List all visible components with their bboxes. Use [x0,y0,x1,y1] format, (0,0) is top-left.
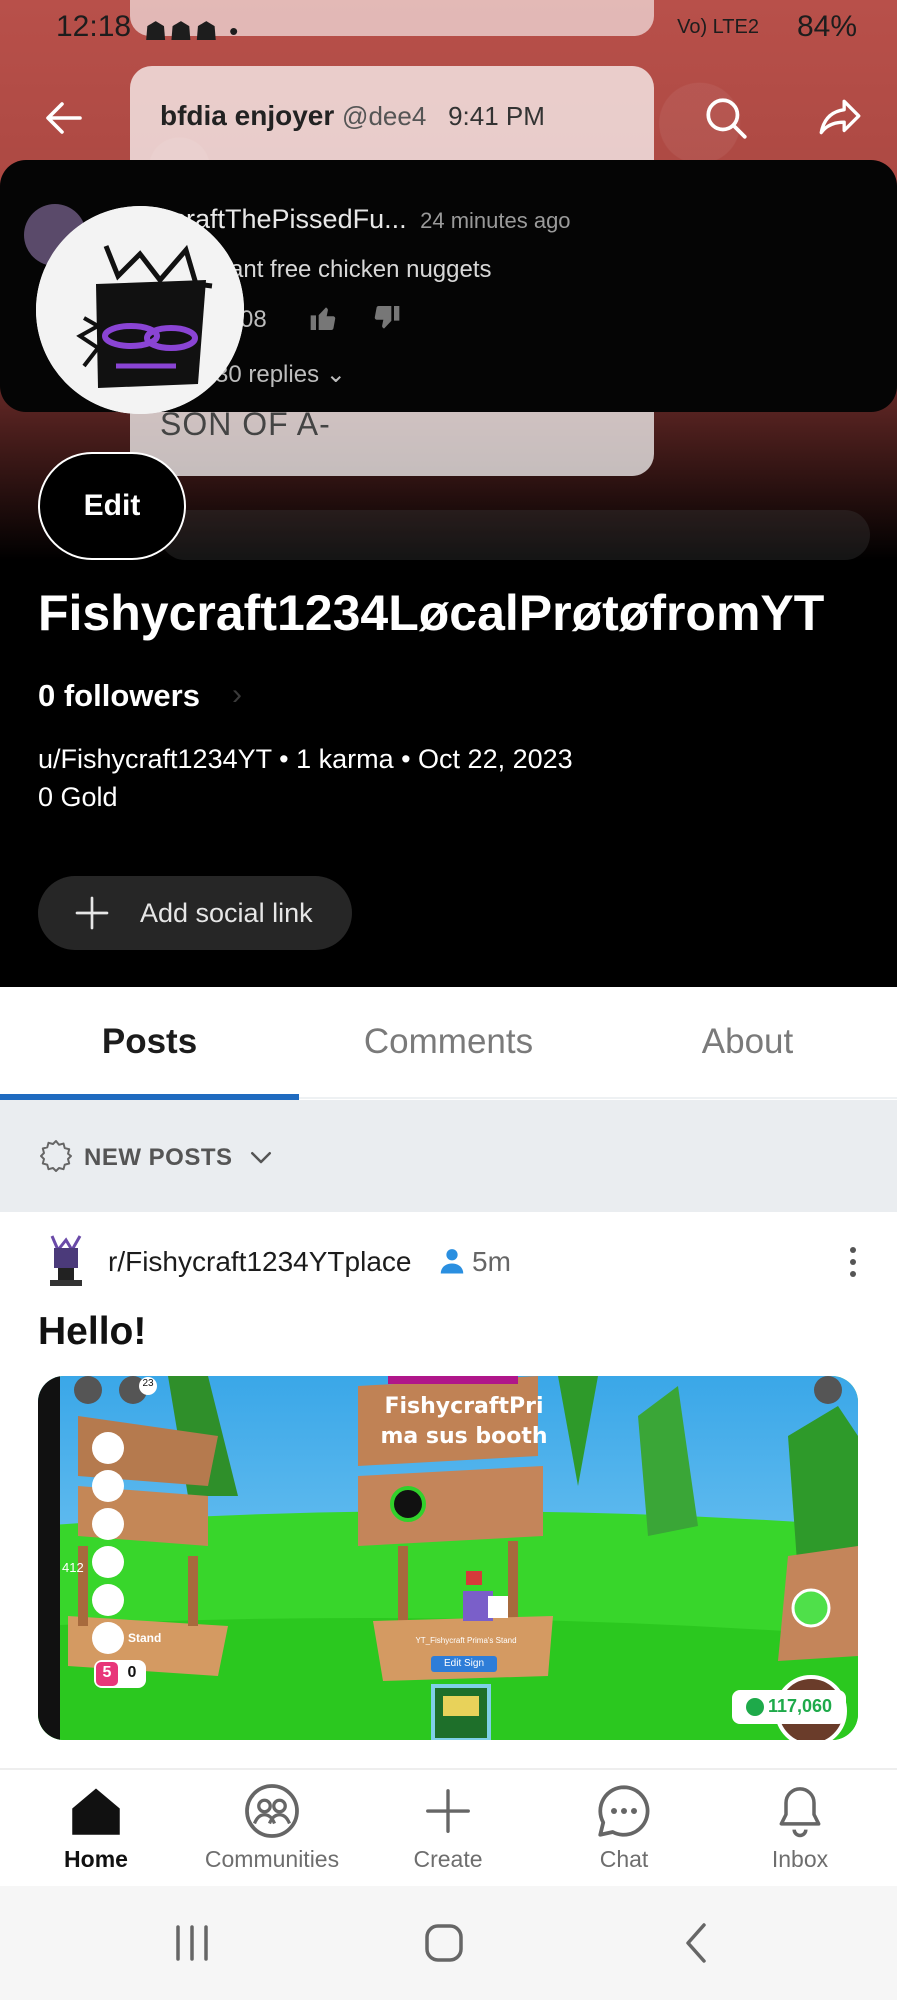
system-navigation-bar [0,1886,897,2000]
subreddit-icon[interactable] [44,1232,88,1288]
post-age: 5m [472,1246,511,1277]
add-social-link-button[interactable]: Add social link [38,876,352,950]
thumbs-up-icon [308,302,340,339]
back-system-button[interactable] [656,1908,736,1978]
banner-ghost-time: 9:41 PM [448,101,545,131]
bell-icon [768,1780,832,1842]
search-button[interactable] [696,88,756,148]
booth-sign-line1: FishycraftPri [384,1394,544,1419]
nav-communities[interactable]: Communities [184,1780,360,1884]
status-bar: 12:18 ☗☗☗ • Vo) LTE2 84% [0,8,897,52]
sort-label: NEW POSTS [84,1144,233,1171]
currency-amount: 117,060 [768,1696,833,1716]
user-icon [437,1246,467,1281]
embed-comment-text: ...ant free chicken nuggets [210,256,492,283]
add-social-link-label: Add social link [140,897,313,928]
recent-apps-button[interactable] [152,1908,232,1978]
status-battery: 84% [796,10,857,43]
home-system-button[interactable] [404,1908,484,1978]
embed-time-ago: 24 minutes ago [420,208,571,233]
embed-like-count: 08 [240,306,267,333]
profile-header: bfdia enjoyer @dee4 9:41 PM SON OF A- ..… [0,0,897,987]
booth-sign: FishycraftPri ma sus booth [374,1392,554,1452]
nav-inbox-label: Inbox [771,1846,829,1872]
tab-comments[interactable]: Comments [299,987,598,1097]
notification-badge: 23 [142,1378,154,1389]
nav-inbox[interactable]: Inbox [712,1780,888,1884]
bottom-navigation: Home Communities Create Chat Inbox [0,1768,897,1886]
search-icon [706,98,747,139]
profile-meta: u/Fishycraft1234YT • 1 karma • Oct 22, 2… [38,744,573,774]
banner-ghost-user: bfdia enjoyer @dee4 9:41 PM [160,100,545,132]
share-button[interactable] [810,88,870,148]
nav-chat-label: Chat [599,1846,649,1872]
status-network: Vo) LTE2 [677,16,759,38]
banner-ghost-username: bfdia enjoyer [160,100,335,131]
chevron-down-icon [246,1142,276,1177]
communities-icon [240,1780,304,1842]
thumbs-down-icon [370,302,402,339]
plus-icon [416,1780,480,1842]
left-stand-label: Stand [128,1631,162,1645]
booth-sign-line2: ma sus booth [380,1424,548,1449]
stand-owner-label: YT_Fishycraft Prima's Stand [415,1636,517,1645]
nav-home[interactable]: Home [8,1780,184,1884]
edit-sign-button: Edit Sign [443,1658,485,1669]
back-button[interactable] [34,88,94,148]
profile-gold: 0 Gold [38,782,118,812]
embed-user: ...craftThePissedFu... 24 minutes ago [150,204,571,235]
post-title[interactable]: Hello! [38,1310,146,1354]
banner-ghost-handle: @dee4 [342,101,427,131]
nav-home-label: Home [64,1846,128,1872]
avatar[interactable] [36,206,244,414]
coin-value: 5 [102,1664,112,1681]
chevron-down-icon: ⌄ [325,361,346,388]
post-image[interactable]: FishycraftPri ma sus booth Edit Sign YT_… [38,1376,858,1740]
followers-count[interactable]: 0 followers [38,678,200,714]
home-circle-icon [425,1924,463,1962]
post-card[interactable]: r/Fishycraft1234YTplace 5m Hello! Fishyc… [0,1214,897,1764]
chevron-right-icon[interactable]: › [232,678,242,712]
avatar-drawing [36,206,244,414]
profile-tabs: Posts Comments About [0,987,897,1099]
status-time: 12:18 [56,10,132,43]
edit-profile-button[interactable]: Edit [38,452,186,560]
sparkle-badge-icon [38,1138,74,1179]
nav-communities-label: Communities [204,1846,340,1872]
status-notification-icons: ☗☗☗ • [144,16,241,46]
tab-posts[interactable]: Posts [0,987,299,1097]
tab-about[interactable]: About [598,987,897,1097]
share-icon [819,99,861,135]
home-icon [64,1780,128,1842]
embed-replies: 30 replies ⌄ [215,360,346,389]
profile-display-name: Fishycraft1234LøcalPrøtøfromYT [38,585,825,641]
banner-ghost-strip [160,510,870,560]
nav-create-label: Create [413,1846,483,1872]
recent-apps-icon [176,1925,208,1961]
subreddit-name[interactable]: r/Fishycraft1234YTplace [108,1246,411,1278]
arrow-left-icon [46,102,82,134]
nav-chat[interactable]: Chat [536,1780,712,1884]
plus-icon [72,893,112,933]
back-chevron-icon [686,1923,706,1963]
nav-create[interactable]: Create [360,1780,536,1884]
chat-icon [592,1780,656,1842]
side-number: 412 [62,1560,84,1575]
sort-bar[interactable]: NEW POSTS [0,1100,897,1212]
coin-count: 0 [127,1664,137,1681]
embed-replies-label: 30 replies [215,361,320,388]
more-options-icon[interactable] [846,1244,860,1285]
